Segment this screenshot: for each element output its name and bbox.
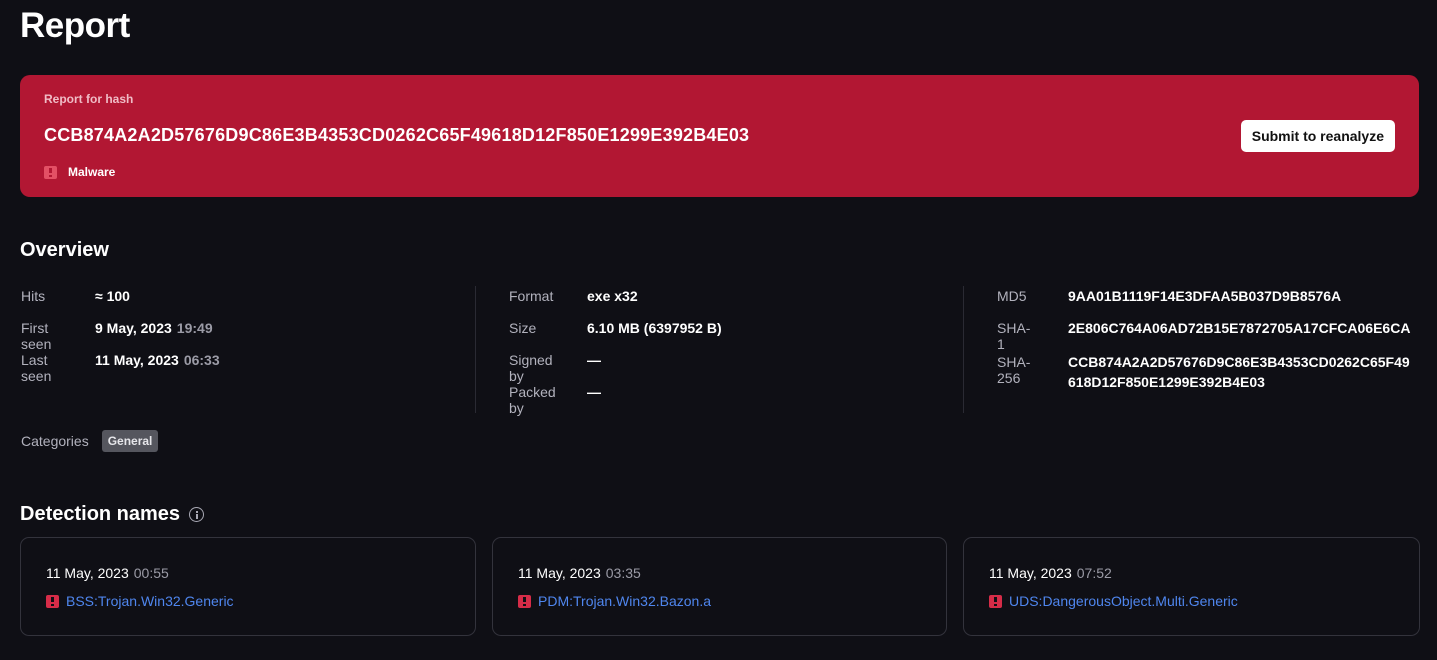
detection-time: 00:55 <box>133 565 169 581</box>
first-seen-time: 19:49 <box>176 320 213 336</box>
detection-card: 11 May, 2023 00:55 BSS:Trojan.Win32.Gener… <box>20 537 476 636</box>
detection-name-link[interactable]: UDS:DangerousObject.Multi.Generic <box>1009 593 1238 609</box>
alert-icon <box>46 594 59 608</box>
last-seen-value: 11 May, 2023 06:33 <box>95 352 220 368</box>
detection-date-value: 11 May, 2023 <box>46 565 129 581</box>
hits-value: ≈ 100 <box>95 288 130 304</box>
format-value: exe x32 <box>587 288 638 304</box>
overview-divider <box>963 286 964 413</box>
overview-title: Overview <box>20 239 109 261</box>
submit-to-reanalyze-button[interactable]: Submit to reanalyze <box>1240 120 1395 152</box>
page-title: Report <box>20 6 130 45</box>
size-value: 6.10 MB (6397952 B) <box>587 320 722 336</box>
alert-icon <box>989 594 1002 608</box>
last-seen-label: Last seen <box>21 352 52 384</box>
first-seen-label: First seen <box>21 320 52 352</box>
hash-banner: Report for hash CCB874A2A2D57676D9C86E3B… <box>20 75 1419 197</box>
size-label: Size <box>509 320 537 336</box>
detection-names-label: Detection names <box>20 503 181 525</box>
overview-divider <box>475 286 476 413</box>
detection-date-value: 11 May, 2023 <box>989 565 1072 581</box>
hash-value: CCB874A2A2D57676D9C86E3B4353CD0262C65F49… <box>44 125 750 145</box>
detection-name-link[interactable]: BSS:Trojan.Win32.Generic <box>66 593 234 609</box>
signed-by-label: Signed by <box>509 352 553 384</box>
md5-value: 9AA01B1119F14E3DFAA5B037D9B8576A <box>1068 288 1342 304</box>
alert-icon <box>44 165 57 179</box>
detection-names-title: Detection names <box>20 503 205 526</box>
packed-by-label: Packed by <box>509 384 556 416</box>
first-seen-date: 9 May, 2023 <box>95 320 172 336</box>
md5-label: MD5 <box>997 288 1027 304</box>
format-label: Format <box>509 288 554 304</box>
sha1-value: 2E806C764A06AD72B15E7872705A17CFCA06E6CA <box>1068 320 1411 336</box>
last-seen-time: 06:33 <box>183 352 220 368</box>
sha256-label: SHA-256 <box>997 354 1031 386</box>
report-page: Report Report for hash CCB874A2A2D57676D… <box>0 0 1437 660</box>
sha1-label: SHA-1 <box>997 320 1031 352</box>
detection-name: PDM:Trojan.Win32.Bazon.a <box>518 593 711 609</box>
detection-date: 11 May, 2023 03:35 <box>518 565 641 581</box>
detection-date-value: 11 May, 2023 <box>518 565 601 581</box>
detection-date: 11 May, 2023 00:55 <box>46 565 169 581</box>
last-seen-date: 11 May, 2023 <box>95 352 179 368</box>
sha256-value: CCB874A2A2D57676D9C86E3B4353CD0262C65F49… <box>1068 354 1410 390</box>
alert-icon <box>518 594 531 608</box>
detection-name-link[interactable]: PDM:Trojan.Win32.Bazon.a <box>538 593 711 609</box>
signed-by-value: — <box>587 352 601 368</box>
detection-card: 11 May, 2023 03:35 PDM:Trojan.Win32.Bazon… <box>492 537 947 636</box>
packed-by-value: — <box>587 384 601 400</box>
detection-date: 11 May, 2023 07:52 <box>989 565 1112 581</box>
detection-name: BSS:Trojan.Win32.Generic <box>46 593 234 609</box>
info-icon[interactable] <box>189 507 205 522</box>
detection-time: 07:52 <box>1076 565 1112 581</box>
verdict-badge: Malware <box>44 165 115 179</box>
detection-name: UDS:DangerousObject.Multi.Generic <box>989 593 1238 609</box>
first-seen-value: 9 May, 2023 19:49 <box>95 320 213 336</box>
detection-card: 11 May, 2023 07:52 UDS:DangerousObject.Mu… <box>963 537 1420 636</box>
hits-label: Hits <box>21 288 46 304</box>
verdict-label: Malware <box>68 165 116 179</box>
hash-caption: Report for hash <box>44 92 134 106</box>
category-badge: General <box>101 430 159 452</box>
categories-row: Categories General <box>21 430 159 452</box>
categories-label: Categories <box>21 433 89 449</box>
detection-time: 03:35 <box>605 565 641 581</box>
